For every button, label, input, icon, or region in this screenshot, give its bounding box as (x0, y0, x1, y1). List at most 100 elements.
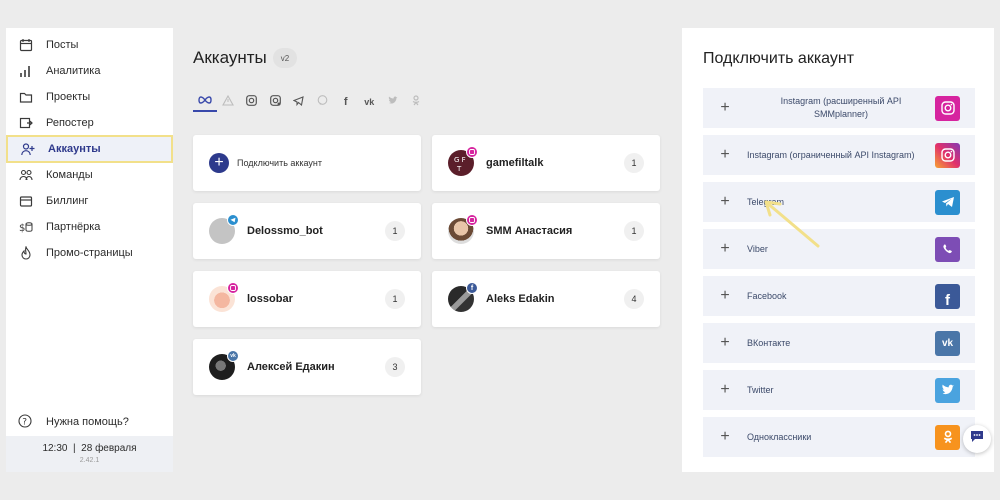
account-card-gamefiltalk[interactable]: G FT gamefiltalk 1 (432, 135, 660, 191)
connect-facebook-button[interactable]: + Facebook f (703, 276, 975, 316)
account-card-lossobar[interactable]: lossobar 1 (193, 271, 421, 327)
account-count: 1 (624, 153, 644, 173)
filter-all[interactable] (193, 92, 217, 112)
avatar (209, 282, 239, 312)
calendar-icon (18, 37, 34, 53)
account-count: 3 (385, 357, 405, 377)
svg-text:T: T (456, 165, 462, 173)
network-filter-tabs: f vk (193, 92, 428, 112)
add-account-card[interactable]: + Подключить аккаунт (193, 135, 421, 191)
connect-twitter-button[interactable]: + Twitter (703, 370, 975, 410)
clock-date: 12:30 | 28 февраля (42, 443, 137, 454)
facebook-icon: f (935, 283, 960, 309)
app-version: 2.42.1 (79, 457, 100, 464)
account-name: Delossmo_bot (247, 225, 323, 237)
warning-icon (222, 94, 235, 109)
connect-account-panel: Подключить аккаунт + Instagram (расширен… (682, 28, 994, 472)
help-label: Нужна помощь? (46, 416, 129, 428)
filter-odnoklassniki[interactable] (405, 92, 429, 112)
sidebar-item-label: Промо-страницы (46, 247, 133, 259)
filter-instagram[interactable] (240, 92, 264, 112)
connect-viber-button[interactable]: + Viber (703, 229, 975, 269)
instagram-api-icon (269, 95, 281, 109)
account-card-smm-anastasia[interactable]: SMM Анастасия 1 (432, 203, 660, 259)
sidebar-item-reposter[interactable]: Репостер (6, 110, 173, 136)
sidebar-item-projects[interactable]: Проекты (6, 84, 173, 110)
flame-icon (18, 245, 34, 261)
facebook-icon: f (343, 96, 348, 108)
filter-telegram[interactable] (287, 92, 311, 112)
account-count: 1 (624, 221, 644, 241)
connect-instagram-limited-button[interactable]: + Instagram (ограниченный API Instagram) (703, 135, 975, 175)
connect-odnoklassniki-button[interactable]: + Одноклассники (703, 417, 975, 457)
filter-warning[interactable] (217, 92, 241, 112)
avatar: f (448, 282, 478, 312)
bar-chart-icon (18, 63, 34, 79)
chat-widget-button[interactable] (963, 425, 991, 453)
instagram-icon (935, 142, 960, 168)
account-name: lossobar (247, 293, 293, 305)
instagram-icon (935, 95, 960, 121)
plus-icon: + (720, 240, 730, 257)
account-card-delossmo-bot[interactable]: Delossmo_bot 1 (193, 203, 421, 259)
instagram-badge-icon (227, 282, 239, 294)
add-account-label: Подключить аккаунт (237, 158, 322, 168)
wallet-icon (18, 193, 34, 209)
sidebar-item-label: Команды (46, 169, 93, 181)
sidebar-item-label: Биллинг (46, 195, 89, 207)
sidebar-item-label: Аналитика (46, 65, 101, 77)
folder-icon (18, 89, 34, 105)
vk-icon: vk (364, 97, 375, 107)
sidebar-item-label: Репостер (46, 117, 94, 129)
account-card-aleksey-edakin[interactable]: vk Алексей Едакин 3 (193, 339, 421, 395)
account-count: 1 (385, 221, 405, 241)
add-user-icon (20, 141, 36, 157)
svg-text:?: ? (22, 418, 27, 428)
connect-label: Instagram (ограниченный API Instagram) (747, 150, 915, 160)
sidebar-item-posts[interactable]: Посты (6, 32, 173, 58)
twitter-icon (935, 377, 960, 403)
telegram-icon (935, 189, 960, 215)
sidebar-item-teams[interactable]: Команды (6, 162, 173, 188)
filter-viber[interactable] (311, 92, 335, 112)
plus-icon: + (720, 428, 730, 445)
filter-twitter[interactable] (381, 92, 405, 112)
plus-icon: + (720, 287, 730, 304)
team-icon (18, 167, 34, 183)
plus-icon: + (720, 381, 730, 398)
connect-vk-button[interactable]: + ВКонтакте vk (703, 323, 975, 363)
plus-icon: + (720, 334, 730, 351)
plus-icon: + (209, 153, 229, 173)
connect-label: Twitter (747, 385, 774, 395)
viber-icon (317, 95, 328, 109)
all-networks-icon (198, 95, 212, 108)
help-link[interactable]: ? Нужна помощь? (18, 414, 129, 430)
version-badge: v2 (273, 48, 297, 68)
account-name: gamefiltalk (486, 157, 544, 169)
connect-instagram-extended-button[interactable]: + Instagram (расширенный API SMMplanner) (703, 88, 975, 128)
filter-vk[interactable]: vk (358, 92, 382, 112)
account-name: SMM Анастасия (486, 225, 573, 237)
avatar: G FT (448, 146, 478, 176)
sidebar-item-label: Проекты (46, 91, 91, 103)
viber-icon (935, 236, 960, 262)
avatar (448, 214, 478, 244)
vk-icon: vk (935, 330, 960, 356)
sidebar-item-billing[interactable]: Биллинг (6, 188, 173, 214)
connect-telegram-button[interactable]: + Telegram (703, 182, 975, 222)
filter-facebook[interactable]: f (334, 92, 358, 112)
telegram-badge-icon (227, 214, 239, 226)
connect-panel-title: Подключить аккаунт (703, 50, 855, 67)
twitter-icon (388, 96, 398, 108)
svg-text:G F: G F (454, 156, 466, 164)
filter-instagram-api[interactable] (264, 92, 288, 112)
odnoklassniki-icon (412, 95, 420, 109)
sidebar-item-promo[interactable]: Промо-страницы (6, 240, 173, 266)
avatar: vk (209, 350, 239, 380)
sidebar-item-partner[interactable]: $ Партнёрка (6, 214, 173, 240)
instagram-badge-icon (466, 146, 478, 158)
sidebar-item-accounts[interactable]: Аккаунты (6, 135, 173, 163)
account-card-aleks-edakin[interactable]: f Aleks Edakin 4 (432, 271, 660, 327)
sidebar-item-analytics[interactable]: Аналитика (6, 58, 173, 84)
sidebar: Посты Аналитика Проекты Репостер Аккаунт… (6, 28, 173, 472)
